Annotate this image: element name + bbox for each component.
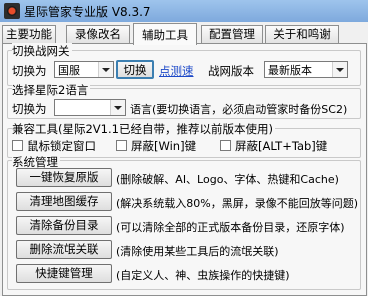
title-bar[interactable]: 星际管家专业版 V8.3.7 (0, 0, 368, 22)
compat-group: 兼容工具(星际2V1.1已经自带，推荐以前版本使用) 鼠标锁定窗口 屏蔽[Win… (7, 121, 361, 158)
version-label: 战网版本 (208, 64, 254, 78)
hotkey-management-button[interactable]: 快捷键管理 (16, 264, 112, 283)
chevron-down-icon (110, 100, 125, 115)
clear-backup-dir-desc: (可以清除全部的正式版本备份目录，还原字体) (116, 221, 345, 234)
auxiliary-tools-panel: 切换战网关 切换为 国服 切换 点测速 战网版本 最新版本 选择星际2语言 切换… (2, 43, 367, 296)
compat-title: 兼容工具(星际2V1.1已经自带，推荐以前版本使用) (12, 121, 275, 137)
remove-rogue-assoc-button[interactable]: 删除流氓关联 (16, 240, 112, 259)
lock-mouse-label: 鼠标锁定窗口 (27, 139, 96, 153)
hotkey-management-desc: (自定义人、神、虫族操作的快捷键) (116, 269, 290, 282)
clear-backup-dir-button[interactable]: 清除备份目录 (16, 216, 112, 235)
chevron-down-icon (332, 62, 347, 77)
tab-auxiliary-tools[interactable]: 辅助工具 (133, 23, 197, 45)
system-group: 系统管理 一键恢复原版 (删除破解、AI、Logo、字体、热键和Cache) 清… (7, 154, 361, 290)
switch-net-title: 切换战网关 (12, 43, 72, 59)
tab-about-credits[interactable]: 关于和鸣谢 (265, 25, 339, 43)
language-title: 选择星际2语言 (12, 82, 91, 98)
lock-mouse-checkbox[interactable] (12, 140, 23, 151)
block-alt-tab-checkbox[interactable] (220, 140, 231, 151)
switch-button[interactable]: 切换 (116, 60, 154, 79)
app-window: 星际管家专业版 V8.3.7 主要功能 录像改名 辅助工具 配置管理 关于和鸣谢… (0, 0, 368, 296)
version-select[interactable]: 最新版本 (264, 61, 348, 78)
clear-map-cache-desc: (解决系统载入80%，黑屏，录像不能回放等问题) (116, 197, 359, 210)
region-label: 切换为 (12, 64, 47, 78)
tab-main-functions[interactable]: 主要功能 (2, 25, 56, 43)
block-alt-tab-label: 屏蔽[ALT+Tab]键 (235, 139, 328, 153)
window-title: 星际管家专业版 V8.3.7 (24, 5, 151, 19)
language-select[interactable] (54, 99, 126, 116)
app-icon (4, 3, 20, 19)
tab-replay-rename[interactable]: 录像改名 (66, 25, 130, 43)
speedtest-link[interactable]: 点测速 (159, 63, 194, 79)
restore-original-button[interactable]: 一键恢复原版 (16, 168, 112, 187)
language-group: 选择星际2语言 切换为 语言(要切换语言，必须启动管家时备份SC2) (7, 82, 361, 119)
switch-net-group: 切换战网关 切换为 国服 切换 点测速 战网版本 最新版本 (7, 43, 361, 86)
restore-original-desc: (删除破解、AI、Logo、字体、热键和Cache) (116, 173, 339, 186)
language-label: 切换为 (12, 102, 47, 116)
chevron-down-icon (98, 62, 113, 77)
remove-rogue-assoc-desc: (清除使用某些工具后的流氓关联) (116, 245, 279, 258)
tab-config-management[interactable]: 配置管理 (201, 25, 263, 43)
region-select[interactable]: 国服 (54, 61, 114, 78)
language-note: 语言(要切换语言，必须启动管家时备份SC2) (130, 103, 348, 116)
clear-map-cache-button[interactable]: 清理地图缓存 (16, 192, 112, 211)
block-win-label: 屏蔽[Win]键 (131, 139, 197, 153)
block-win-checkbox[interactable] (116, 140, 127, 151)
